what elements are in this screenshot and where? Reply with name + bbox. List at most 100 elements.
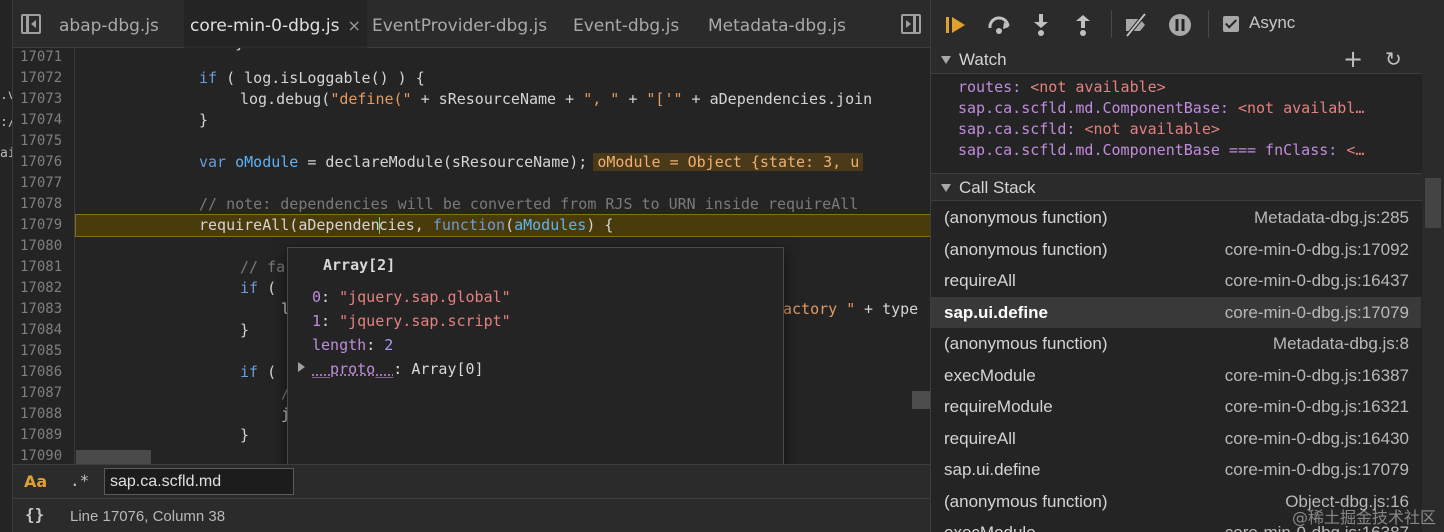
execution-line[interactable]: requireAll(aDependencies, function(aModu…: [75, 214, 930, 237]
step-into-icon[interactable]: [1028, 12, 1054, 38]
frame-function: (anonymous function): [944, 334, 1108, 353]
line-number[interactable]: 17075: [20, 131, 76, 152]
line-number[interactable]: 17089: [20, 425, 76, 446]
proto-entry[interactable]: __proto__: Array[0]: [312, 358, 484, 380]
tab-label: core-min-0-dbg.js: [190, 16, 340, 36]
line-number[interactable]: 17085: [20, 341, 76, 362]
frame-location[interactable]: core-min-0-dbg.js:16387: [1225, 360, 1409, 391]
frame-location[interactable]: Metadata-dbg.js:8: [1273, 328, 1409, 359]
regex-toggle[interactable]: .*: [70, 471, 89, 490]
line-number[interactable]: 17083: [20, 299, 76, 320]
tab-label: EventProvider-dbg.js: [372, 16, 548, 36]
line-number[interactable]: 17084: [20, 320, 76, 341]
watch-expression[interactable]: sap.ca.scfld: <not available>: [958, 119, 1424, 140]
line-number[interactable]: 17080: [20, 236, 76, 257]
call-frame[interactable]: requireModule core-min-0-dbg.js:16321: [931, 391, 1421, 422]
tab-label: Event-dbg.js: [573, 16, 680, 36]
search-input[interactable]: sap.ca.scfld.md: [104, 468, 294, 495]
debugger-sidebar: Async Watch + ↻ routes: <not available> …: [930, 0, 1444, 532]
toggle-navigator-icon[interactable]: [21, 14, 41, 34]
array-item[interactable]: 1: "jquery.sap.script": [312, 310, 511, 332]
call-frame[interactable]: (anonymous function) Metadata-dbg.js:8: [931, 328, 1421, 359]
step-over-icon[interactable]: [986, 12, 1012, 38]
tab-event-dbg[interactable]: Event-dbg.js: [573, 0, 679, 48]
call-frame[interactable]: sap.ui.define core-min-0-dbg.js:17079: [931, 454, 1421, 485]
sidebar-scrollbar[interactable]: [1422, 48, 1444, 532]
refresh-icon[interactable]: ↻: [1385, 49, 1402, 69]
line-number[interactable]: 17090: [20, 446, 76, 464]
pause-on-exceptions-icon[interactable]: [1167, 12, 1193, 38]
call-frame[interactable]: requireAll core-min-0-dbg.js:16430: [931, 423, 1421, 454]
collapse-arrow-icon[interactable]: [941, 56, 951, 64]
call-frame[interactable]: (anonymous function) core-min-0-dbg.js:17…: [931, 234, 1421, 265]
line-number[interactable]: 17079: [20, 215, 76, 236]
watermark: @稀土掘金技术社区: [1291, 508, 1436, 527]
call-frame[interactable]: sap.ui.define core-min-0-dbg.js:17079: [931, 296, 1421, 328]
watch-expression[interactable]: sap.ca.scfld.md.ComponentBase === fnClas…: [958, 140, 1424, 161]
frame-location[interactable]: core-min-0-dbg.js:16321: [1225, 391, 1409, 422]
frame-location[interactable]: core-min-0-dbg.js:16430: [1225, 423, 1409, 454]
line-number[interactable]: 17077: [20, 173, 76, 194]
call-frame[interactable]: requireAll core-min-0-dbg.js:16437: [931, 265, 1421, 296]
frame-location[interactable]: core-min-0-dbg.js:17092: [1225, 234, 1409, 265]
array-item[interactable]: 0: "jquery.sap.global": [312, 286, 511, 308]
line-number[interactable]: 17082: [20, 278, 76, 299]
toolbar-separator: [1111, 10, 1112, 38]
frame-location[interactable]: core-min-0-dbg.js:16437: [1225, 265, 1409, 296]
code-line[interactable]: var oModule = declareModule(sResourceNam…: [76, 152, 930, 173]
async-checkbox[interactable]: [1223, 16, 1239, 32]
code-line[interactable]: }: [76, 110, 930, 131]
watch-section-header[interactable]: Watch + ↻: [931, 46, 1444, 74]
pretty-print-icon[interactable]: {}: [25, 505, 44, 524]
call-frame[interactable]: (anonymous function) Metadata-dbg.js:285: [931, 202, 1421, 233]
tab-metadata-dbg[interactable]: Metadata-dbg.js: [708, 0, 846, 48]
collapse-arrow-icon[interactable]: [941, 184, 951, 192]
frame-function: execModule: [944, 517, 1036, 532]
frame-function: requireAll: [944, 428, 1016, 448]
code-line[interactable]: // note: dependencies will be converted …: [76, 194, 930, 215]
line-number[interactable]: 17072: [20, 68, 76, 89]
vertical-scrollbar[interactable]: [912, 391, 930, 409]
frame-function: sap.ui.define: [944, 460, 1041, 479]
deactivate-breakpoints-icon[interactable]: [1123, 12, 1149, 38]
scrollbar-thumb[interactable]: [1425, 178, 1441, 228]
tab-abap-dbg[interactable]: abap-dbg.js: [59, 0, 159, 48]
resume-icon[interactable]: [943, 12, 969, 38]
close-tab-icon[interactable]: ×: [347, 16, 360, 35]
horizontal-scrollbar[interactable]: [76, 450, 151, 464]
frame-location[interactable]: core-min-0-dbg.js:17079: [1225, 297, 1409, 328]
left-edge-fragment: ai: [0, 146, 12, 161]
code-line[interactable]: if ( log.isLoggable() ) {: [76, 68, 930, 89]
line-number[interactable]: 17073: [20, 89, 76, 110]
line-number[interactable]: 17087: [20, 383, 76, 404]
line-number[interactable]: 17076: [20, 152, 76, 173]
line-number-gutter[interactable]: 17071 17072 17073 17074 17075 17076 17077 17078…: [13, 48, 75, 464]
debugger-toolbar: Async: [931, 0, 1444, 48]
tab-eventprovider-dbg[interactable]: EventProvider-dbg.js: [372, 0, 547, 48]
call-stack-section-header[interactable]: Call Stack: [931, 173, 1444, 201]
tab-core-min-0-dbg[interactable]: core-min-0-dbg.js ×: [184, 0, 367, 48]
toolbar-separator: [1208, 10, 1209, 38]
line-number[interactable]: 17086: [20, 362, 76, 383]
frame-location[interactable]: Metadata-dbg.js:285: [1254, 202, 1409, 233]
line-number[interactable]: 17078: [20, 194, 76, 215]
line-number[interactable]: 17081: [20, 257, 76, 278]
inline-value-preview: oModule = Object {state: 3, u: [593, 153, 864, 171]
line-number[interactable]: 17088: [20, 404, 76, 425]
watch-expression[interactable]: sap.ca.scfld.md.ComponentBase: <not avai…: [958, 98, 1424, 119]
match-case-toggle[interactable]: Aa: [24, 472, 47, 491]
code-line[interactable]: }: [76, 48, 930, 54]
expand-arrow-icon[interactable]: [298, 362, 305, 372]
watch-title: Watch: [959, 50, 1007, 69]
code-line[interactable]: log.debug("define(" + sResourceName + ",…: [76, 89, 930, 110]
toggle-debugger-icon[interactable]: [901, 14, 921, 34]
add-watch-icon[interactable]: +: [1343, 47, 1363, 71]
editor-tab-bar: abap-dbg.js core-min-0-dbg.js × EventProv…: [13, 0, 930, 48]
line-number[interactable]: 17071: [20, 48, 76, 68]
call-frame[interactable]: execModule core-min-0-dbg.js:16387: [931, 360, 1421, 391]
frame-function: sap.ui.define: [944, 302, 1048, 322]
step-out-icon[interactable]: [1070, 12, 1096, 38]
watch-expression[interactable]: routes: <not available>: [958, 77, 1424, 98]
frame-location[interactable]: core-min-0-dbg.js:17079: [1225, 454, 1409, 485]
line-number[interactable]: 17074: [20, 110, 76, 131]
